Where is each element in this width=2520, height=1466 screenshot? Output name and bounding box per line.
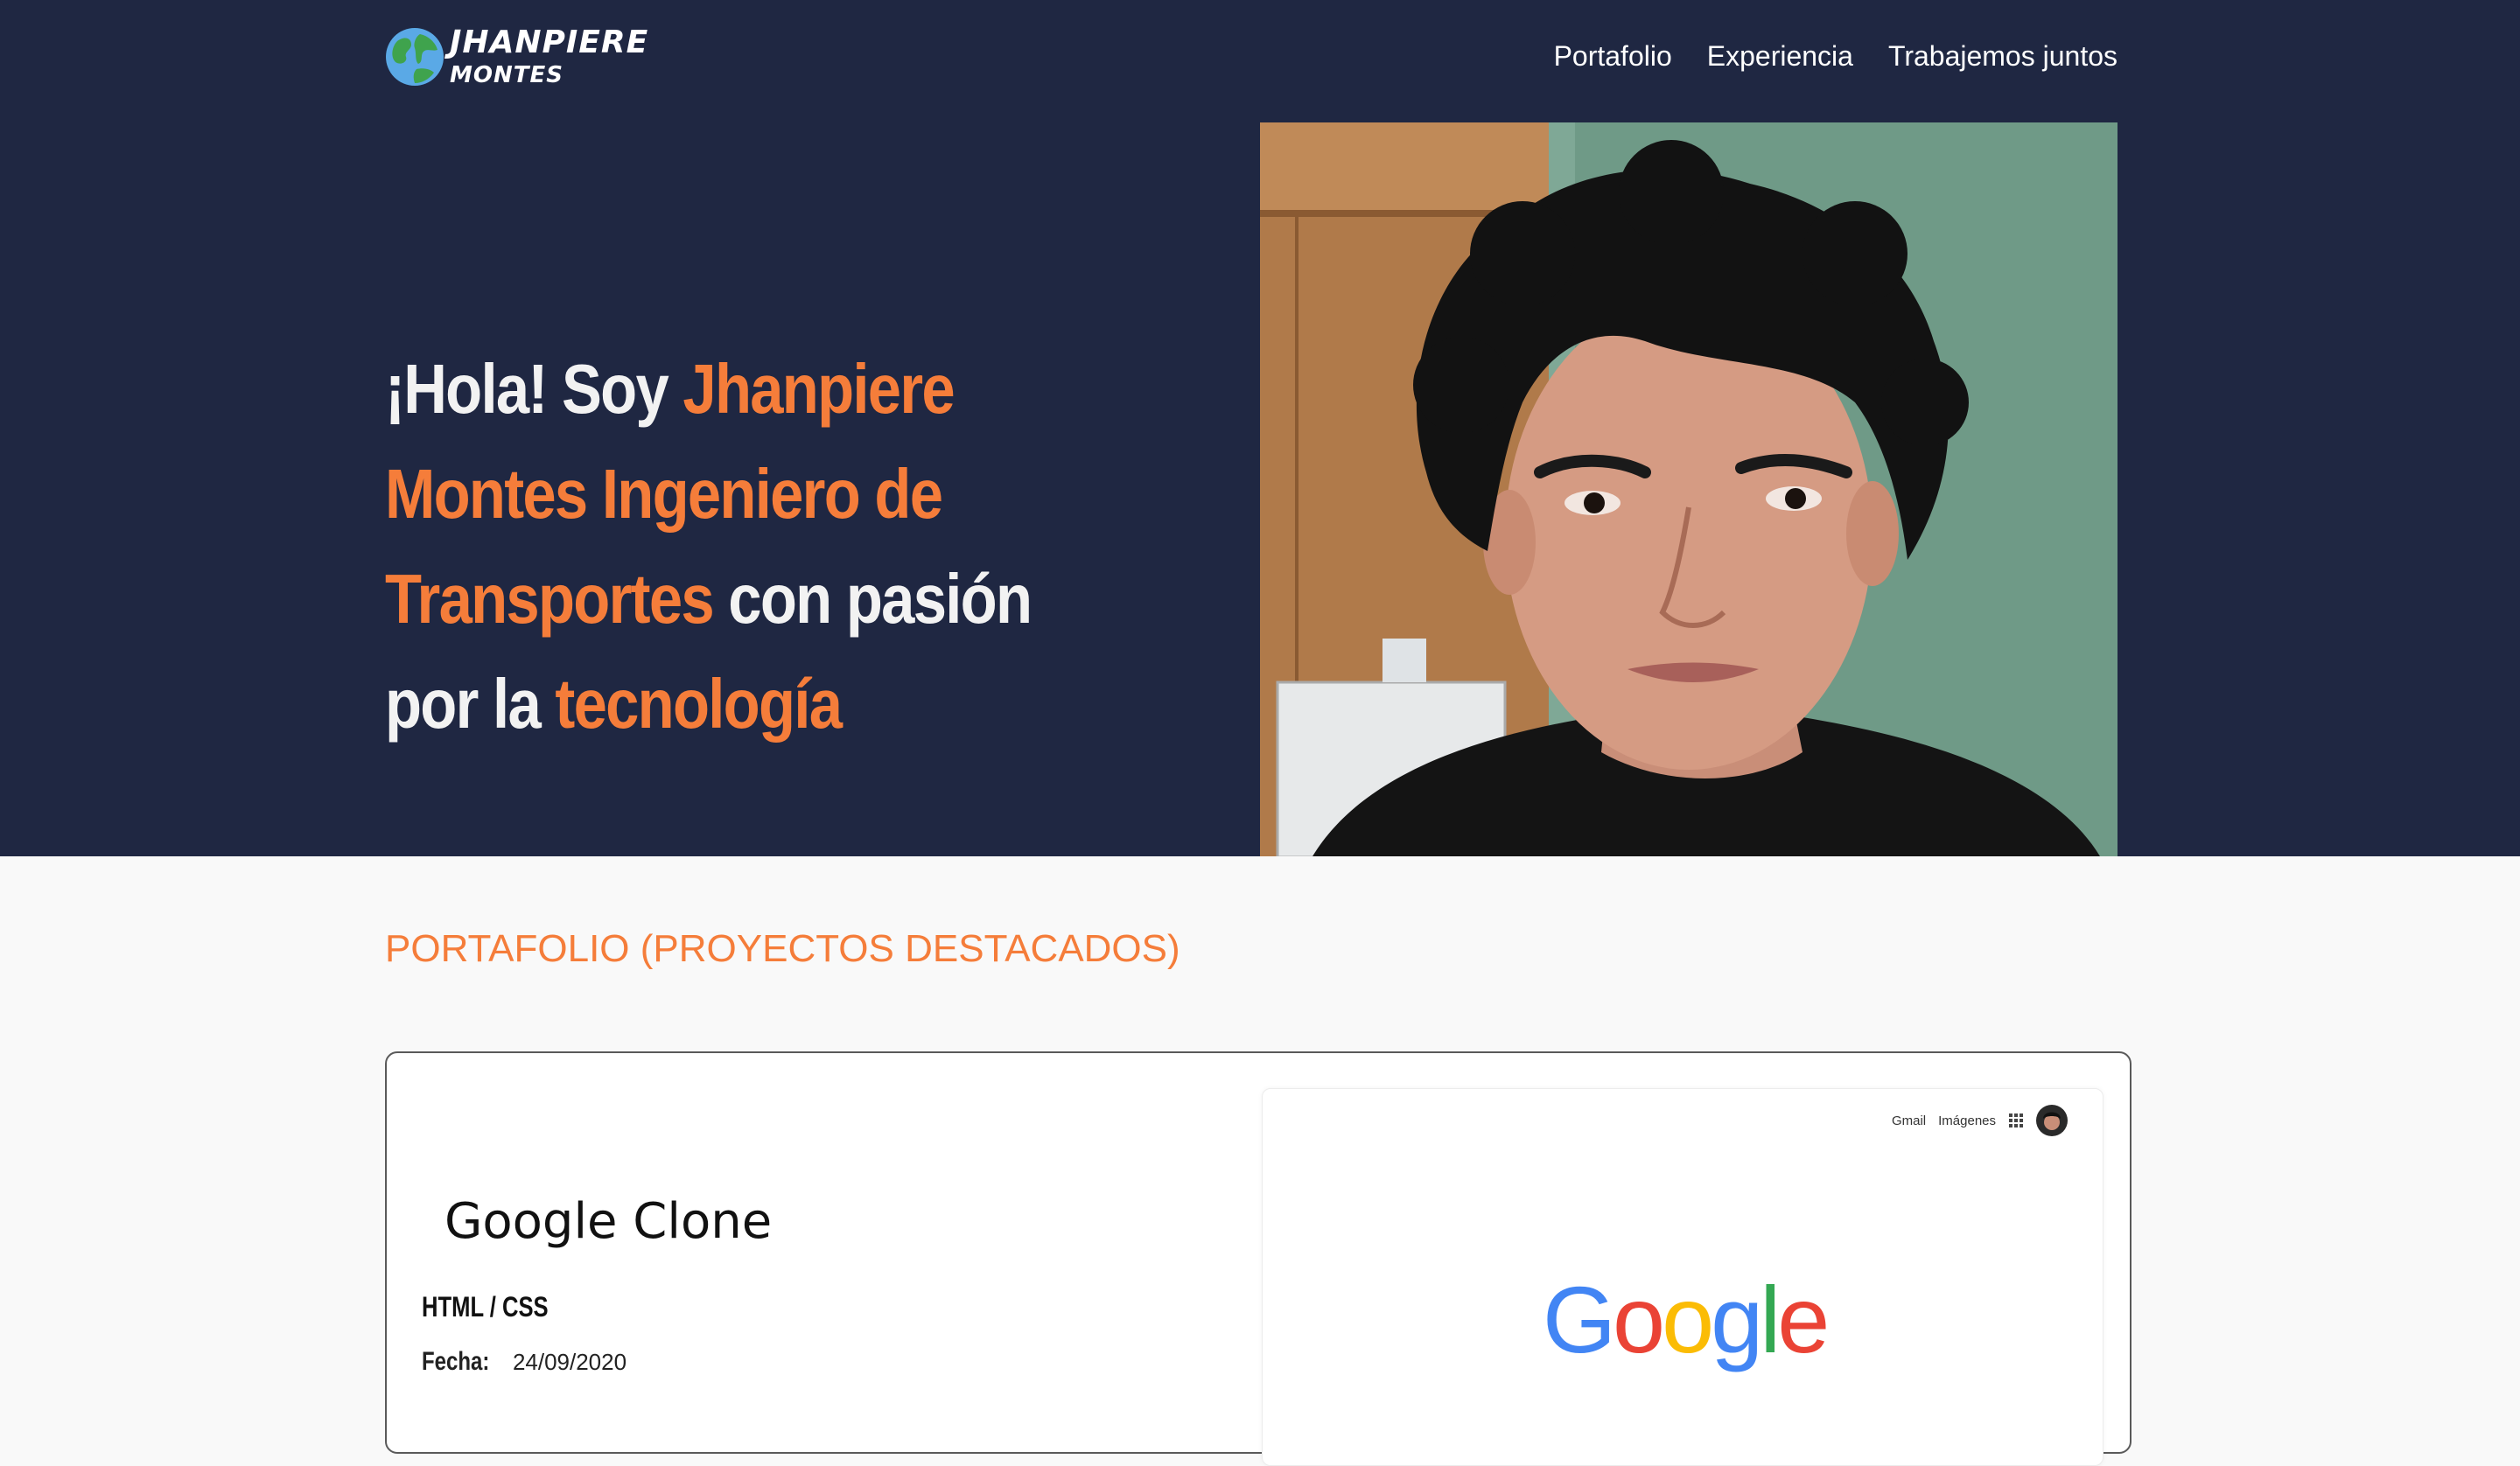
preview-header: Gmail Imágenes bbox=[1892, 1105, 2068, 1136]
project-tech: HTML / CSS bbox=[422, 1291, 549, 1323]
google-logo: Google bbox=[1543, 1273, 1830, 1367]
portfolio-section-title: PORTAFOLIO (PROYECTOS DESTACADOS) bbox=[385, 927, 1180, 970]
google-letter-o2: o bbox=[1662, 1267, 1714, 1372]
hero-section: JHANPIERE MONTES Portafolio Experiencia … bbox=[0, 0, 2520, 856]
brand-name-line1: JHANPIERE bbox=[450, 24, 649, 60]
apps-grid-icon bbox=[2009, 1113, 2023, 1127]
avatar bbox=[2036, 1105, 2068, 1136]
google-letter-e: e bbox=[1777, 1267, 1830, 1372]
globe-icon bbox=[386, 28, 444, 86]
brand-logo[interactable]: JHANPIERE MONTES bbox=[385, 25, 648, 88]
nav-link-experiencia[interactable]: Experiencia bbox=[1707, 40, 1853, 73]
project-title: Google Clone bbox=[444, 1193, 773, 1250]
hero-headline: ¡Hola! Soy Jhanpiere Montes Ingeniero de… bbox=[385, 337, 1077, 757]
hero-greeting: ¡Hola! Soy bbox=[385, 350, 683, 428]
project-preview[interactable]: Gmail Imágenes Google bbox=[1262, 1088, 2104, 1466]
brand-name: JHANPIERE MONTES bbox=[450, 27, 648, 87]
google-letter-g1: G bbox=[1543, 1267, 1616, 1372]
project-date-label: Fecha: bbox=[422, 1347, 490, 1376]
main-nav: Portafolio Experiencia Trabajemos juntos bbox=[1554, 40, 2118, 73]
project-date-value: 24/09/2020 bbox=[512, 1349, 627, 1375]
preview-gmail-link: Gmail bbox=[1891, 1113, 1927, 1128]
project-date: Fecha: 24/09/2020 bbox=[422, 1347, 626, 1377]
nav-link-trabajemos-juntos[interactable]: Trabajemos juntos bbox=[1888, 40, 2118, 73]
nav-link-portafolio[interactable]: Portafolio bbox=[1554, 40, 1672, 73]
preview-images-link: Imágenes bbox=[1938, 1113, 1996, 1128]
google-letter-g2: g bbox=[1711, 1267, 1763, 1372]
profile-photo bbox=[1260, 122, 2118, 856]
project-card[interactable]: Google Clone HTML / CSS Fecha: 24/09/202… bbox=[385, 1051, 2132, 1466]
google-letter-o1: o bbox=[1613, 1267, 1665, 1372]
hero-passion: tecnología bbox=[555, 665, 843, 743]
brand-name-line2: MONTES bbox=[450, 62, 564, 88]
google-letter-l: l bbox=[1760, 1267, 1781, 1372]
